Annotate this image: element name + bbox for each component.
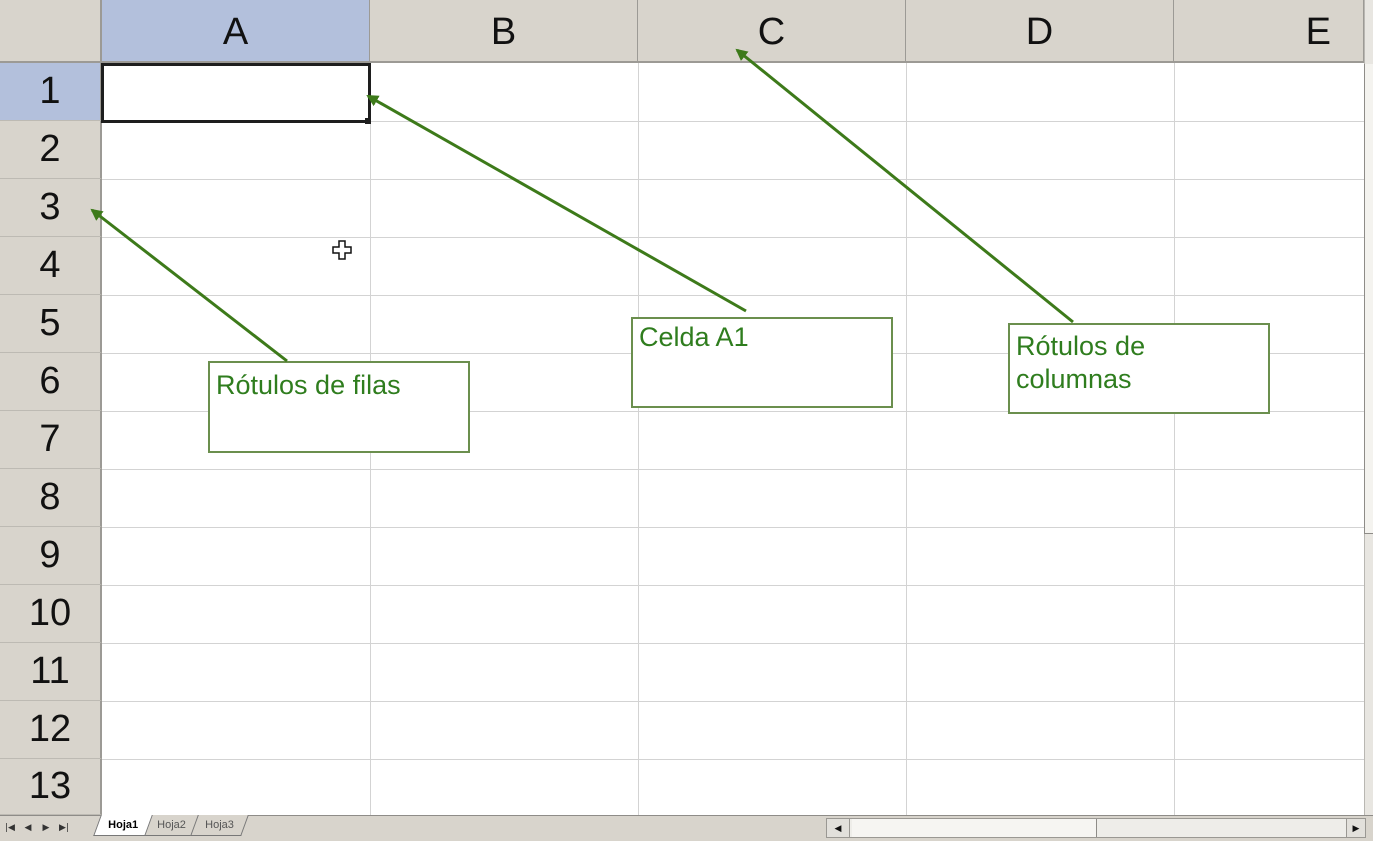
select-all-corner[interactable] — [0, 0, 102, 63]
gridline — [102, 585, 1364, 586]
gridline — [102, 469, 1364, 470]
fill-handle[interactable] — [365, 118, 371, 124]
active-cell-a1[interactable] — [101, 63, 371, 123]
column-header-c[interactable]: C — [638, 0, 906, 63]
gridline — [102, 701, 1364, 702]
gridline — [102, 237, 1364, 238]
callout-cell-a1-text: Celda A1 — [639, 322, 749, 352]
scroll-right-icon[interactable]: ▶ — [1346, 818, 1366, 838]
spreadsheet-window: A B C D E 1 2 3 4 5 6 7 8 9 10 11 12 13 … — [0, 0, 1373, 841]
gridline — [638, 63, 639, 815]
vertical-scrollbar-thumb[interactable] — [1364, 64, 1373, 534]
row-header-11[interactable]: 11 — [0, 643, 102, 701]
row-header-9[interactable]: 9 — [0, 527, 102, 585]
sheet-nav-buttons: |◀ ◀ ▶ ▶| — [4, 818, 70, 838]
row-header-8[interactable]: 8 — [0, 469, 102, 527]
row-header-12[interactable]: 12 — [0, 701, 102, 759]
column-header-d[interactable]: D — [906, 0, 1174, 63]
gridline — [102, 527, 1364, 528]
sheet-tab-hoja1[interactable]: Hoja1 — [93, 815, 153, 836]
callout-row-labels-text: Rótulos de filas — [216, 370, 401, 400]
gridline — [102, 295, 1364, 296]
column-header-b[interactable]: B — [370, 0, 638, 63]
row-header-13[interactable]: 13 — [0, 759, 102, 815]
row-header-1[interactable]: 1 — [0, 63, 102, 121]
callout-column-labels-line1: Rótulos de — [1016, 331, 1146, 361]
sheet-tab-label: Hoja1 — [108, 819, 139, 831]
row-header-6[interactable]: 6 — [0, 353, 102, 411]
callout-column-labels-line2: columnas — [1016, 364, 1132, 394]
first-sheet-icon[interactable]: |◀ — [4, 823, 16, 833]
row-header-7[interactable]: 7 — [0, 411, 102, 469]
gridline — [102, 643, 1364, 644]
next-sheet-icon[interactable]: ▶ — [40, 823, 52, 833]
sheet-tabs: Hoja1 Hoja2 Hoja3 — [93, 815, 249, 839]
row-header-10[interactable]: 10 — [0, 585, 102, 643]
row-header-3[interactable]: 3 — [0, 179, 102, 237]
row-header-5[interactable]: 5 — [0, 295, 102, 353]
sheet-tab-label: Hoja3 — [204, 819, 234, 831]
column-header-a[interactable]: A — [102, 0, 370, 63]
gridline — [1174, 63, 1175, 815]
gridline — [906, 63, 907, 815]
cross-cursor-icon — [332, 240, 352, 260]
callout-column-labels: Rótulos de columnas — [1008, 323, 1270, 414]
row-header-2[interactable]: 2 — [0, 121, 102, 179]
gridline — [102, 179, 1364, 180]
scroll-left-icon[interactable]: ◀ — [826, 818, 850, 838]
prev-sheet-icon[interactable]: ◀ — [22, 823, 34, 833]
row-header-4[interactable]: 4 — [0, 237, 102, 295]
callout-cell-a1: Celda A1 — [631, 317, 893, 408]
sheet-tab-hoja3[interactable]: Hoja3 — [189, 815, 249, 836]
callout-row-labels: Rótulos de filas — [208, 361, 470, 453]
horizontal-scrollbar-thumb[interactable] — [852, 819, 1097, 837]
sheet-tab-label: Hoja2 — [157, 819, 186, 831]
column-header-e[interactable]: E — [1174, 0, 1364, 63]
gridline — [102, 759, 1364, 760]
last-sheet-icon[interactable]: ▶| — [58, 823, 70, 833]
